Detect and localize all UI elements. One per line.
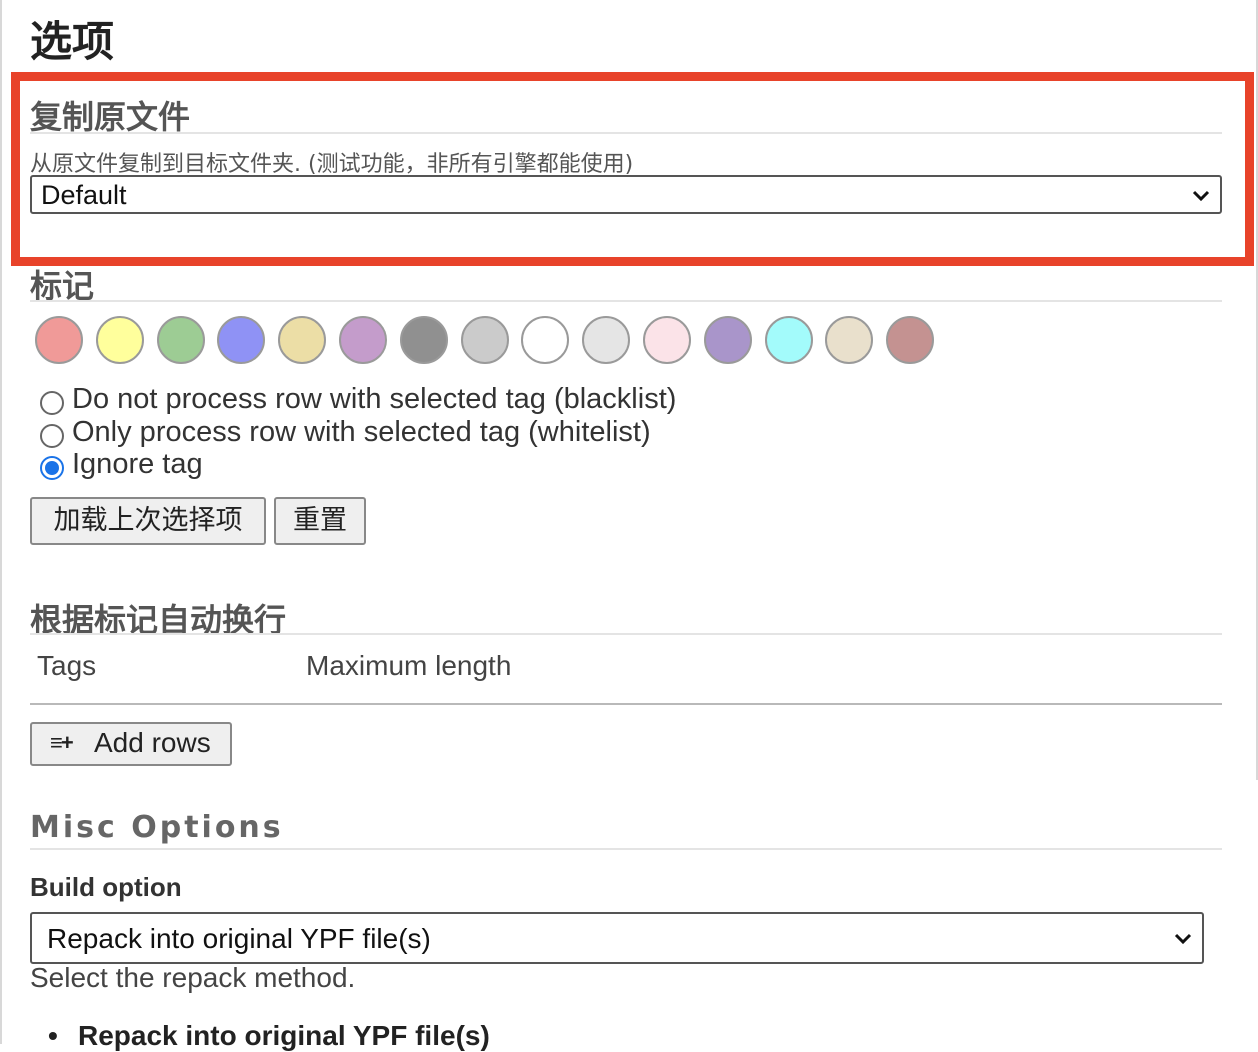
build-option-help: Select the repack method. <box>30 962 356 993</box>
tag-color-swatch[interactable] <box>703 316 752 364</box>
radio-button[interactable] <box>40 391 64 415</box>
tag-color-swatch[interactable] <box>156 316 205 364</box>
copy-original-description: 从原文件复制到目标文件夹. (测试功能，非所有引擎都能使用) <box>30 152 634 177</box>
misc-options-title: Misc Options <box>30 810 284 845</box>
tag-color-swatch[interactable] <box>886 316 935 364</box>
radio-label: Only process row with selected tag (whit… <box>72 416 651 448</box>
tag-color-swatch[interactable] <box>582 316 631 364</box>
repack-method-list-item: Repack into original YPF file(s) <box>48 1020 490 1052</box>
tag-color-swatch[interactable] <box>764 316 813 364</box>
radio-label: Ignore tag <box>72 448 203 480</box>
column-header-tags: Tags <box>37 650 97 681</box>
tag-color-swatch[interactable] <box>460 316 509 364</box>
tag-color-swatch[interactable] <box>217 316 266 364</box>
chevron-down-icon <box>1192 190 1210 202</box>
auto-wrap-divider <box>30 633 1222 635</box>
copy-original-divider <box>30 132 1222 134</box>
chevron-down-icon <box>1174 933 1192 945</box>
build-option-select-value: Repack into original YPF file(s) <box>47 923 431 954</box>
radio-button[interactable] <box>40 424 64 448</box>
column-header-max-length: Maximum length <box>306 650 512 681</box>
tag-color-swatch[interactable] <box>278 316 327 364</box>
table-header-line <box>30 703 1222 705</box>
radio-label: Do not process row with selected tag (bl… <box>72 383 677 415</box>
tag-color-swatch[interactable] <box>399 316 448 364</box>
tag-color-swatch[interactable] <box>521 316 570 364</box>
tag-color-swatch[interactable] <box>643 316 691 364</box>
build-option-label: Build option <box>30 872 182 902</box>
tag-color-swatch[interactable] <box>825 316 874 364</box>
copy-original-select[interactable]: Default <box>30 175 1222 214</box>
add-rows-icon: ≡+ <box>50 730 74 755</box>
tag-color-swatch[interactable] <box>339 316 387 364</box>
load-last-selection-button[interactable]: 加载上次选择项 <box>30 497 266 545</box>
tag-color-swatch[interactable] <box>95 316 144 364</box>
copy-original-select-value: Default <box>41 180 127 210</box>
window-left-border <box>0 0 2 1044</box>
radio-button[interactable] <box>40 456 64 480</box>
add-rows-label: Add rows <box>94 727 211 758</box>
misc-options-divider <box>30 848 1222 850</box>
tag-color-swatch[interactable] <box>35 316 83 364</box>
add-rows-button[interactable]: ≡+ Add rows <box>30 722 232 766</box>
tags-divider <box>30 300 1222 302</box>
reset-button[interactable]: 重置 <box>274 497 366 545</box>
build-option-select[interactable]: Repack into original YPF file(s) <box>30 912 1204 964</box>
page-title: 选项 <box>30 17 115 66</box>
